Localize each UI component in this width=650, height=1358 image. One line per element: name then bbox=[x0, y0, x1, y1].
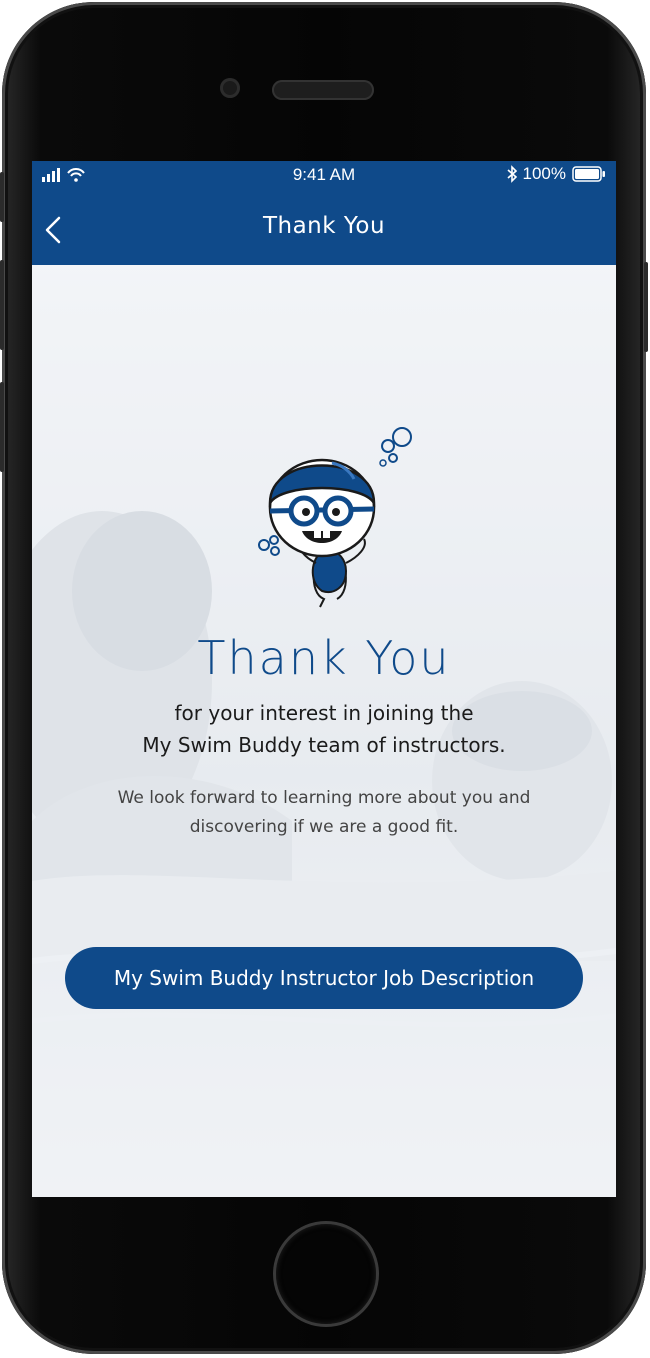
swim-buddy-mascot-logo bbox=[258, 427, 412, 608]
job-description-button[interactable]: My Swim Buddy Instructor Job Description bbox=[65, 947, 583, 1009]
earpiece-speaker bbox=[272, 80, 374, 100]
app-screen: 9:41 AM 100% Thank You Thank You for you… bbox=[32, 161, 616, 1197]
subtitle-line-1: for your interest in joining the bbox=[174, 701, 474, 725]
volume-up-button bbox=[0, 260, 4, 350]
home-button[interactable] bbox=[276, 1224, 376, 1324]
volume-down-button bbox=[0, 382, 4, 472]
battery-group: 100% bbox=[506, 164, 606, 184]
nav-title: Thank You bbox=[262, 213, 386, 239]
front-camera bbox=[220, 78, 240, 98]
body-text-line-1: We look forward to learning more about y… bbox=[117, 788, 531, 808]
page-heading: Thank You bbox=[197, 631, 451, 685]
battery-icon bbox=[572, 166, 605, 182]
bluetooth-icon bbox=[506, 165, 517, 183]
power-button bbox=[644, 262, 648, 352]
mute-switch bbox=[0, 172, 4, 222]
subtitle-line-2: My Swim Buddy team of instructors. bbox=[142, 733, 506, 757]
job-description-button-label: My Swim Buddy Instructor Job Description bbox=[113, 966, 535, 990]
battery-percent: 100% bbox=[522, 164, 566, 183]
navigation-bar: Thank You bbox=[32, 189, 616, 265]
body-text-line-2: discovering if we are a good fit. bbox=[189, 817, 459, 837]
status-bar: 9:41 AM 100% bbox=[32, 161, 616, 189]
swimmers-background-photo bbox=[32, 261, 616, 1197]
